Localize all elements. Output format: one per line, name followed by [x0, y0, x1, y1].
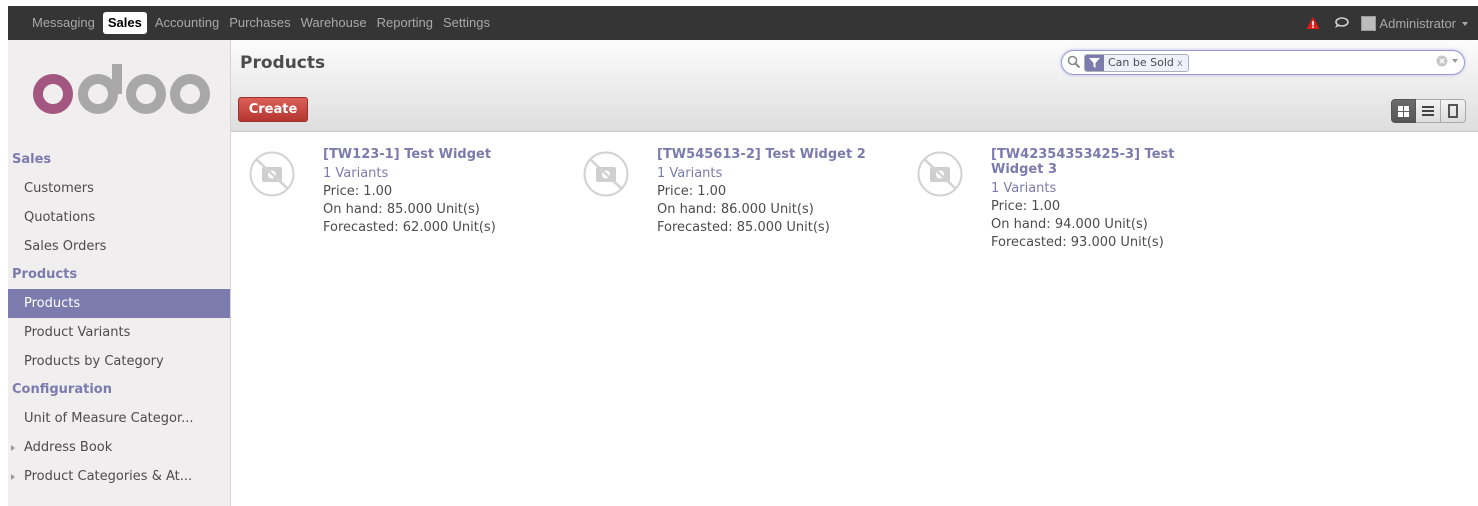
facet-value: Can be Sold	[1108, 56, 1174, 69]
top-menu: Messaging Sales Accounting Purchases War…	[8, 6, 495, 40]
chat-icon[interactable]	[1333, 16, 1350, 30]
search-box[interactable]: Can be Sold x	[1061, 50, 1465, 75]
product-price: Price: 1.00	[323, 184, 393, 199]
sidebar-item-products-by-category[interactable]: Products by Category	[8, 347, 230, 376]
product-variants-link[interactable]: 1 Variants	[991, 179, 1227, 198]
sidebar-item-address-book[interactable]: Address Book	[8, 433, 230, 462]
camera-placeholder-icon	[249, 151, 295, 197]
avatar[interactable]	[1361, 15, 1377, 31]
user-menu[interactable]: Administrator	[1379, 16, 1468, 31]
sidebar-section-sales: Sales	[12, 152, 52, 167]
sidebar-menu: Sales Customers Quotations Sales Orders …	[8, 146, 230, 491]
kanban-view-button[interactable]	[1391, 99, 1416, 123]
product-variants-link[interactable]: 1 Variants	[323, 164, 559, 183]
sidebar-item-quotations[interactable]: Quotations	[8, 203, 230, 232]
product-name[interactable]: [TW123-1] Test Widget	[323, 147, 559, 162]
sidebar-item-product-variants[interactable]: Product Variants	[8, 318, 230, 347]
odoo-logo[interactable]	[32, 58, 212, 118]
sidebar-section-products: Products	[12, 267, 78, 282]
topmenu-messaging[interactable]: Messaging	[8, 12, 100, 34]
page-title: Products	[240, 53, 326, 73]
username-label: Administrator	[1379, 15, 1456, 31]
product-name[interactable]: [TW545613-2] Test Widget 2	[657, 147, 893, 162]
facet-remove-button[interactable]: x	[1177, 58, 1183, 69]
facet-label: Can be Sold x	[1104, 55, 1188, 71]
camera-placeholder-icon	[917, 151, 963, 197]
topmenu-warehouse[interactable]: Warehouse	[296, 12, 372, 34]
product-on-hand: On hand: 94.000 Unit(s)	[991, 217, 1148, 232]
sidebar: Sales Customers Quotations Sales Orders …	[8, 40, 231, 506]
product-forecasted: Forecasted: 85.000 Unit(s)	[657, 220, 830, 235]
expand-arrow-icon	[11, 445, 15, 451]
product-price: Price: 1.00	[991, 199, 1061, 214]
products-kanban: [TW123-1] Test Widget 1 Variants Price: …	[231, 133, 1478, 506]
product-forecasted: Forecasted: 62.000 Unit(s)	[323, 220, 496, 235]
form-view-icon	[1448, 104, 1458, 118]
search-options	[1436, 55, 1458, 67]
topmenu-accounting[interactable]: Accounting	[150, 12, 224, 34]
sidebar-section-configuration: Configuration	[12, 382, 112, 397]
sidebar-item-label: Address Book	[24, 440, 113, 455]
user-area: Administrator	[1306, 6, 1478, 40]
sidebar-item-customers[interactable]: Customers	[8, 174, 230, 203]
create-button[interactable]: Create	[238, 97, 308, 122]
topmenu-reporting[interactable]: Reporting	[372, 12, 438, 34]
topmenu-sales[interactable]: Sales	[102, 12, 147, 34]
product-info: [TW123-1] Test Widget 1 Variants Price: …	[323, 147, 559, 237]
product-on-hand: On hand: 86.000 Unit(s)	[657, 202, 814, 217]
sidebar-item-uom-categories[interactable]: Unit of Measure Categor...	[8, 404, 230, 433]
product-forecasted: Forecasted: 93.000 Unit(s)	[991, 235, 1164, 250]
product-info: [TW42354353425-3] Test Widget 3 1 Varian…	[991, 147, 1227, 252]
expand-arrow-icon	[11, 474, 15, 480]
clear-search-icon[interactable]	[1436, 55, 1448, 67]
search-icon[interactable]	[1067, 55, 1081, 69]
form-view-button[interactable]	[1441, 99, 1466, 123]
warning-icon[interactable]	[1306, 16, 1320, 30]
chevron-down-icon	[1462, 22, 1468, 27]
list-view-icon	[1422, 106, 1434, 116]
search-facet[interactable]: Can be Sold x	[1084, 54, 1189, 72]
filter-icon	[1085, 55, 1104, 71]
search-dropdown-icon[interactable]	[1452, 59, 1458, 63]
sidebar-item-sales-orders[interactable]: Sales Orders	[8, 232, 230, 261]
topmenu-purchases[interactable]: Purchases	[224, 12, 295, 34]
sidebar-item-products[interactable]: Products	[8, 289, 230, 318]
sidebar-item-label: Product Categories & At...	[24, 469, 193, 484]
product-variants-link[interactable]: 1 Variants	[657, 164, 893, 183]
control-panel: Products Create Can be Sold x	[231, 40, 1478, 132]
product-name[interactable]: [TW42354353425-3] Test Widget 3	[991, 147, 1227, 177]
camera-placeholder-icon	[583, 151, 629, 197]
top-navbar: Messaging Sales Accounting Purchases War…	[8, 6, 1478, 40]
topmenu-settings[interactable]: Settings	[438, 12, 495, 34]
product-info: [TW545613-2] Test Widget 2 1 Variants Pr…	[657, 147, 893, 237]
sidebar-item-product-categories[interactable]: Product Categories & At...	[8, 462, 230, 491]
view-switcher	[1391, 99, 1466, 123]
product-on-hand: On hand: 85.000 Unit(s)	[323, 202, 480, 217]
kanban-view-icon	[1398, 105, 1409, 117]
product-price: Price: 1.00	[657, 184, 727, 199]
list-view-button[interactable]	[1416, 99, 1441, 123]
